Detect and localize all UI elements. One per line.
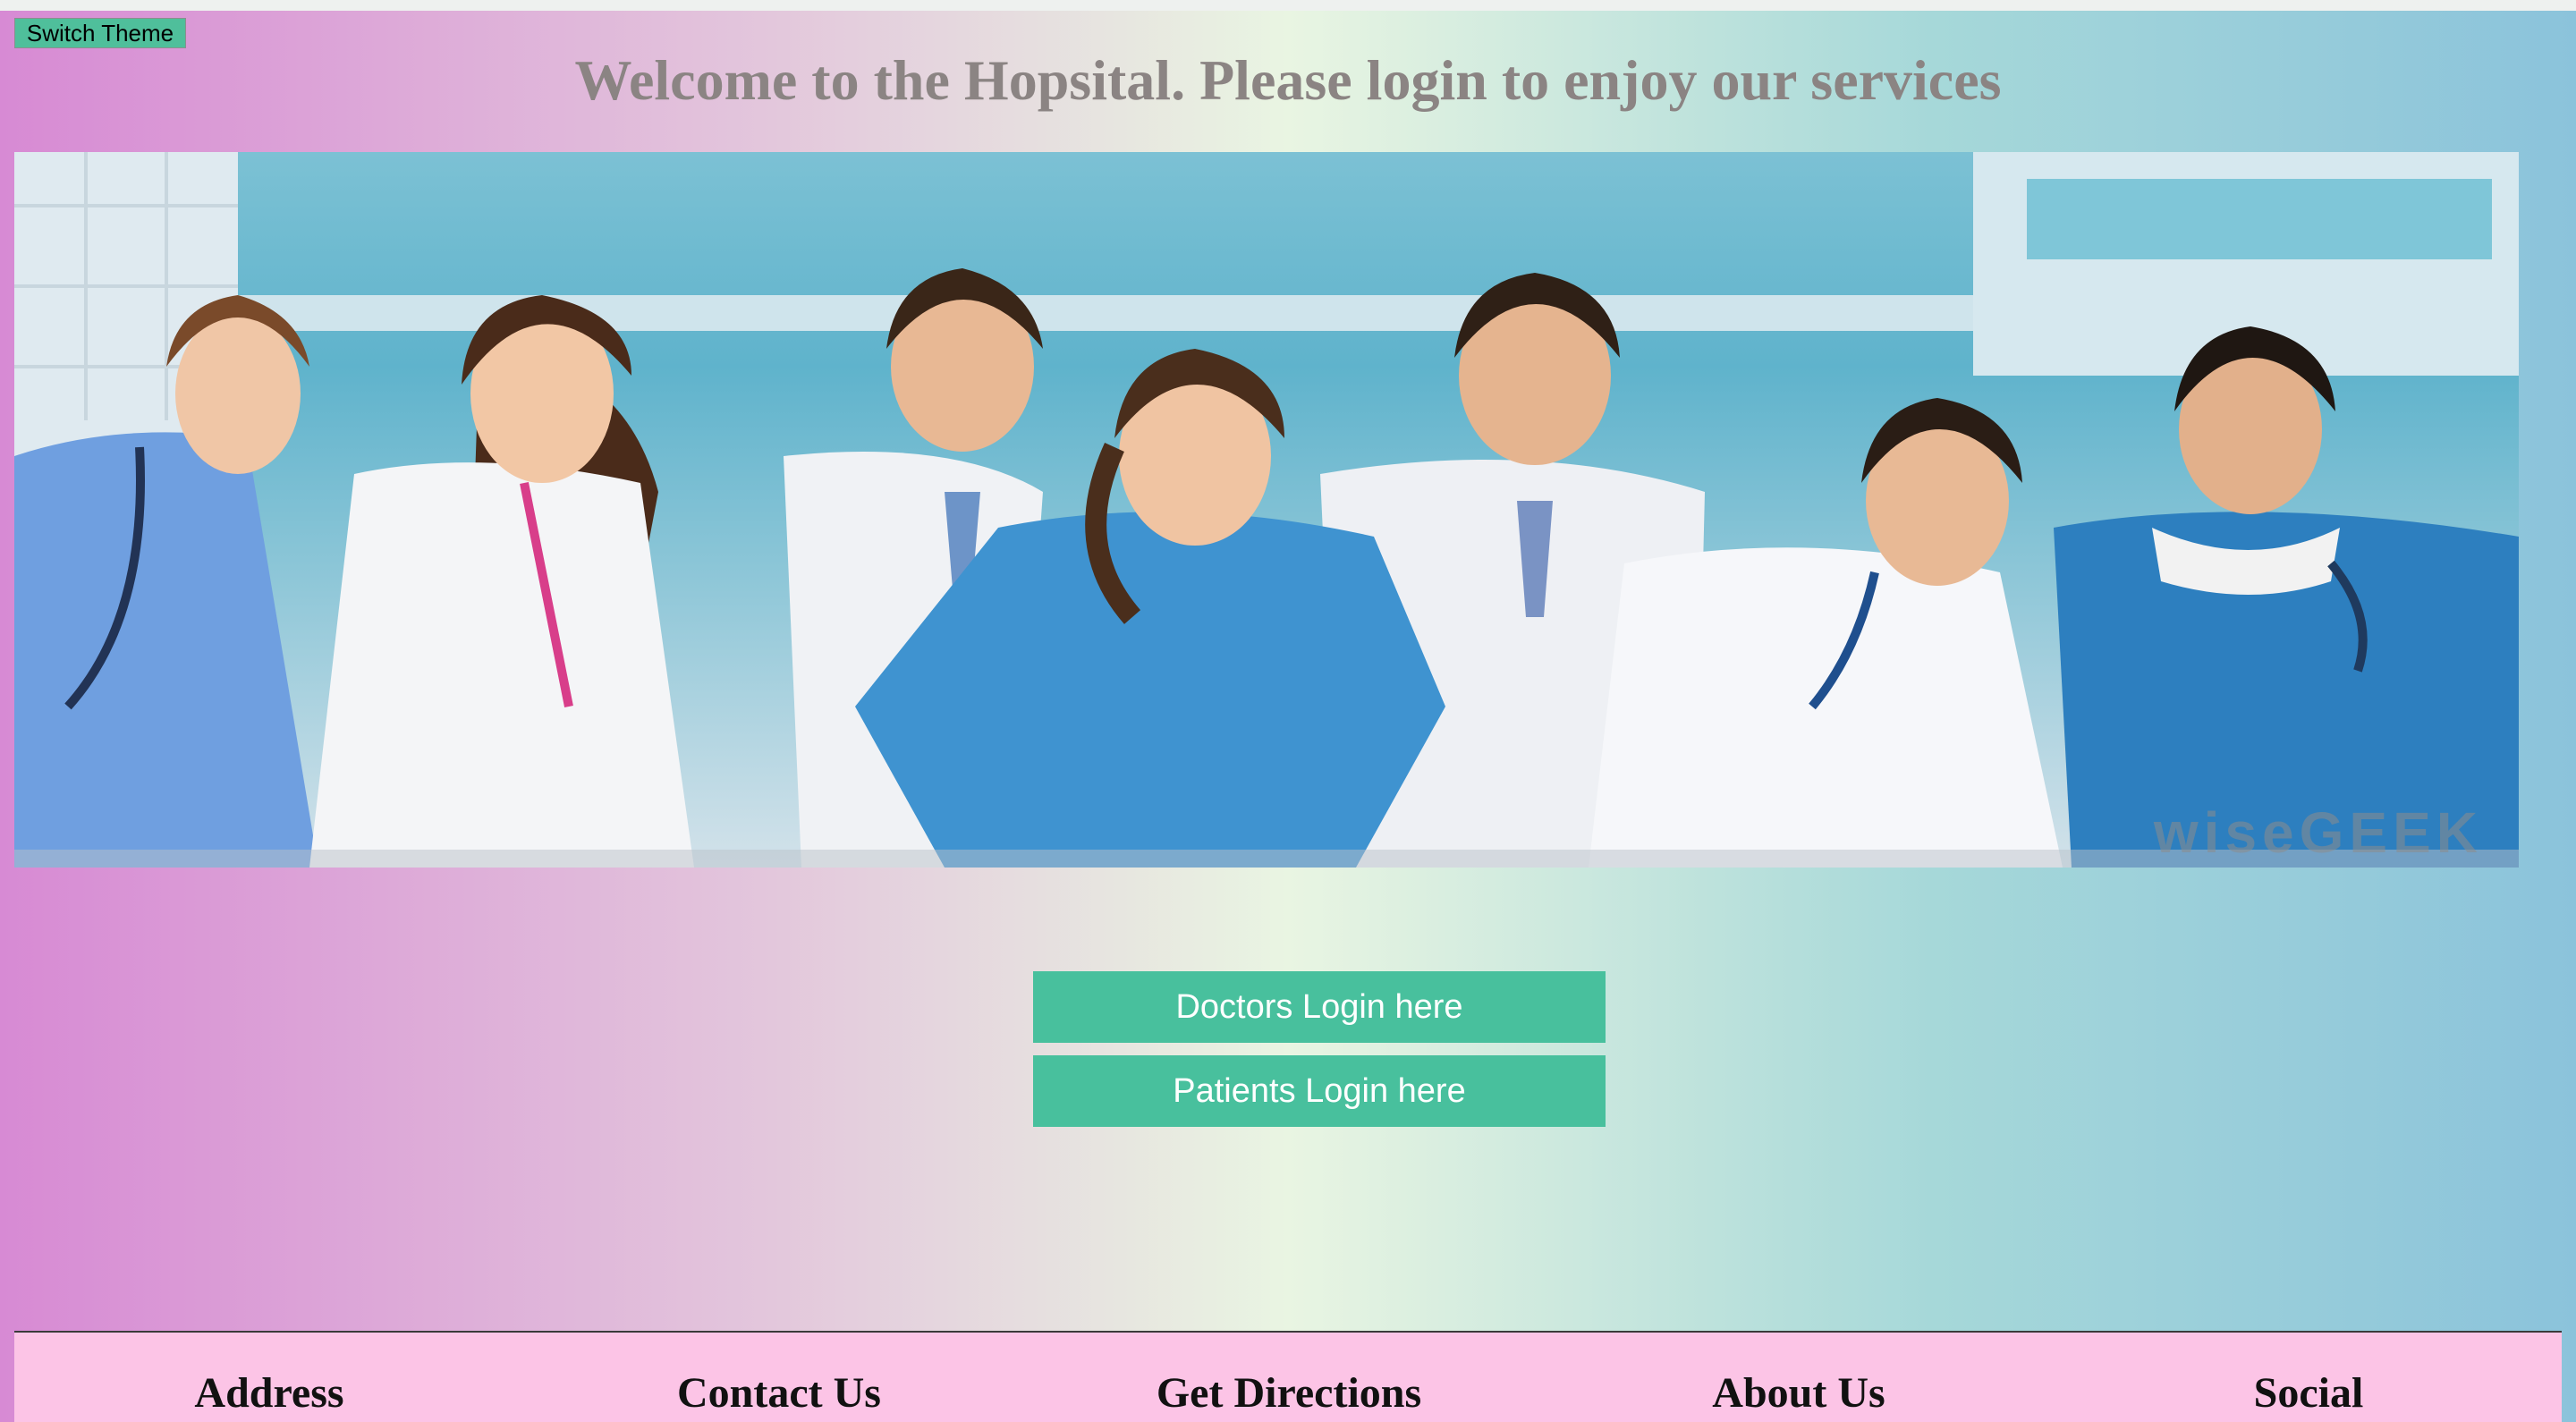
switch-theme-button[interactable]: Switch Theme: [14, 18, 186, 48]
hero-image: wiseGEEK: [14, 152, 2519, 868]
medical-staff-photo: [14, 152, 2519, 868]
person-2: [309, 295, 694, 868]
footer: Address Contact Us Get Directions About …: [14, 1331, 2562, 1422]
person-7: [2054, 326, 2519, 868]
top-rule: [0, 0, 2576, 11]
footer-address[interactable]: Address: [14, 1367, 524, 1420]
patients-login-button[interactable]: Patients Login here: [1033, 1055, 1606, 1127]
footer-social[interactable]: Social: [2054, 1367, 2563, 1420]
hero-watermark: wiseGEEK: [2153, 800, 2483, 865]
footer-get-directions[interactable]: Get Directions: [1034, 1367, 1544, 1420]
page-title: Welcome to the Hopsital. Please login to…: [574, 48, 2002, 112]
person-6: [1589, 398, 2063, 868]
footer-about-us[interactable]: About Us: [1544, 1367, 2054, 1420]
footer-contact-us[interactable]: Contact Us: [524, 1367, 1034, 1420]
doctors-login-button[interactable]: Doctors Login here: [1033, 971, 1606, 1043]
